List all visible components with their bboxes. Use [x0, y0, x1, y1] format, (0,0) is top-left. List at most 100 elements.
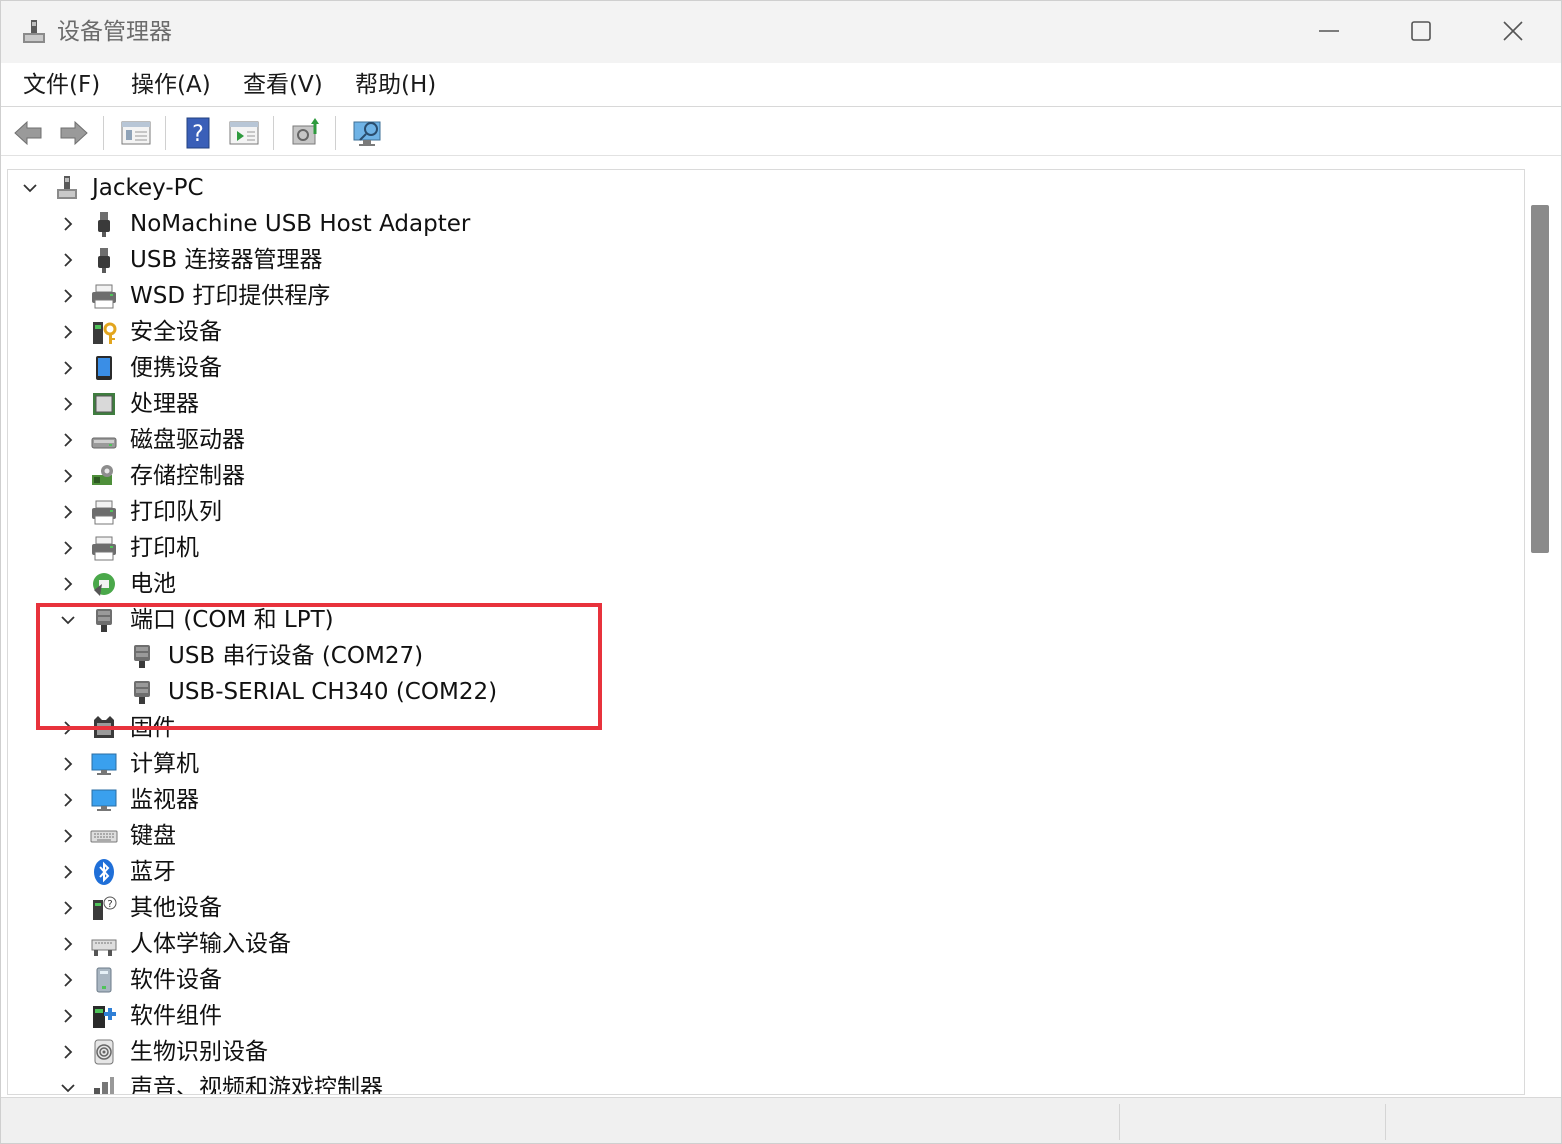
tree-category[interactable]: 处理器: [8, 386, 1508, 422]
tree-category[interactable]: NoMachine USB Host Adapter: [8, 206, 1508, 242]
maximize-button[interactable]: [1389, 9, 1453, 53]
tree-category[interactable]: 固件: [8, 710, 1508, 746]
close-icon: [1503, 21, 1523, 41]
tree-category[interactable]: 安全设备: [8, 314, 1508, 350]
tree-category[interactable]: 电池: [8, 566, 1508, 602]
tree-item-label: 监视器: [130, 787, 199, 813]
tree-category[interactable]: WSD 打印提供程序: [8, 278, 1508, 314]
chevron-right-icon[interactable]: [58, 790, 78, 810]
status-bar: [1, 1097, 1561, 1143]
forward-icon[interactable]: [57, 116, 91, 150]
chevron-right-icon[interactable]: [58, 358, 78, 378]
chevron-right-icon[interactable]: [58, 718, 78, 738]
tree-category[interactable]: 磁盘驱动器: [8, 422, 1508, 458]
chevron-right-icon[interactable]: [58, 430, 78, 450]
tree-item-label: 端口 (COM 和 LPT): [130, 607, 334, 633]
tree-item-label: 电池: [130, 571, 176, 597]
driver-update-icon[interactable]: [227, 116, 261, 150]
chevron-right-icon[interactable]: [58, 754, 78, 774]
tree-category[interactable]: 计算机: [8, 746, 1508, 782]
tree-category[interactable]: 软件设备: [8, 962, 1508, 998]
port-icon: [134, 645, 150, 668]
chevron-right-icon[interactable]: [58, 862, 78, 882]
battery-icon: [93, 573, 115, 596]
chevron-down-icon[interactable]: [58, 1078, 78, 1095]
sound-icon: [94, 1077, 114, 1094]
menu-view[interactable]: 查看(V): [241, 69, 325, 101]
tree-category[interactable]: 蓝牙: [8, 854, 1508, 890]
chevron-right-icon[interactable]: [58, 214, 78, 234]
tree-category[interactable]: ? 其他设备: [8, 890, 1508, 926]
printer-icon: [92, 536, 116, 561]
menu-bar: 文件(F) 操作(A) 查看(V) 帮助(H): [1, 63, 1561, 107]
menu-file[interactable]: 文件(F): [21, 69, 102, 101]
tree-item-label: 人体学输入设备: [130, 931, 291, 957]
properties-icon[interactable]: [119, 116, 153, 150]
chevron-right-icon[interactable]: [58, 286, 78, 306]
tree-item-label: 存储控制器: [130, 463, 245, 489]
tree-category[interactable]: 生物识别设备: [8, 1034, 1508, 1070]
tree-root[interactable]: Jackey-PC: [8, 170, 1508, 206]
chevron-right-icon[interactable]: [58, 250, 78, 270]
window-title: 设备管理器: [57, 19, 172, 45]
tree-item-label: USB 串行设备 (COM27): [168, 643, 424, 669]
help-icon[interactable]: ?: [181, 116, 215, 150]
tree-category[interactable]: 人体学输入设备: [8, 926, 1508, 962]
printer-icon: [92, 284, 116, 309]
monitor-icon[interactable]: [351, 116, 385, 150]
chevron-down-icon[interactable]: [20, 178, 40, 198]
status-divider: [1385, 1104, 1386, 1140]
chevron-right-icon[interactable]: [58, 898, 78, 918]
chevron-right-icon[interactable]: [58, 502, 78, 522]
chevron-right-icon[interactable]: [58, 394, 78, 414]
processor-icon: [93, 393, 115, 415]
scan-hardware-icon[interactable]: [289, 116, 323, 150]
chevron-right-icon[interactable]: [58, 1042, 78, 1062]
device-tree[interactable]: Jackey-PC NoMachine USB Host Adapter USB 连…: [7, 169, 1525, 1095]
tree-category[interactable]: 便携设备: [8, 350, 1508, 386]
minimize-button[interactable]: [1297, 9, 1361, 53]
portable-device-icon: [96, 356, 112, 380]
port-icon: [134, 681, 150, 704]
tree-category[interactable]: USB 连接器管理器: [8, 242, 1508, 278]
chevron-down-icon[interactable]: [58, 610, 78, 630]
tree-category[interactable]: 存储控制器: [8, 458, 1508, 494]
menu-action[interactable]: 操作(A): [129, 69, 213, 101]
vertical-scrollbar[interactable]: [1525, 169, 1561, 1095]
printer-icon: [92, 500, 116, 525]
computer-icon: [91, 753, 117, 775]
svg-text:?: ?: [192, 122, 204, 147]
tree-category[interactable]: 打印机: [8, 530, 1508, 566]
toolbar-separator: [103, 116, 104, 150]
tree-device[interactable]: USB 串行设备 (COM27): [8, 638, 1508, 674]
chevron-right-icon[interactable]: [58, 934, 78, 954]
unknown-device-icon: ?: [93, 896, 117, 920]
tree-item-label: 键盘: [130, 823, 176, 849]
device-manager-window: 设备管理器 文件(F) 操作(A) 查看(V) 帮助(H) ? Jackey-P…: [0, 0, 1562, 1144]
tree-category[interactable]: 端口 (COM 和 LPT): [8, 602, 1508, 638]
chevron-right-icon[interactable]: [58, 970, 78, 990]
back-icon[interactable]: [11, 116, 45, 150]
tree-category[interactable]: 软件组件: [8, 998, 1508, 1034]
status-divider: [1119, 1104, 1120, 1140]
tree-item-label: Jackey-PC: [92, 175, 204, 201]
tree-category[interactable]: 打印队列: [8, 494, 1508, 530]
tree-category[interactable]: 监视器: [8, 782, 1508, 818]
monitor-icon: [91, 789, 117, 811]
chevron-right-icon[interactable]: [58, 574, 78, 594]
chevron-right-icon[interactable]: [58, 1006, 78, 1026]
tree-category[interactable]: 键盘: [8, 818, 1508, 854]
scrollbar-thumb[interactable]: [1531, 205, 1549, 553]
usb-icon: [98, 212, 110, 237]
menu-help[interactable]: 帮助(H): [353, 69, 438, 101]
close-button[interactable]: [1481, 9, 1545, 53]
chevron-right-icon[interactable]: [58, 466, 78, 486]
tree-item-label: 软件设备: [130, 967, 222, 993]
tree-item-label: 磁盘驱动器: [130, 427, 245, 453]
tree-category[interactable]: 声音、视频和游戏控制器: [8, 1070, 1508, 1095]
tree-device[interactable]: USB-SERIAL CH340 (COM22): [8, 674, 1508, 710]
chevron-right-icon[interactable]: [58, 322, 78, 342]
chevron-right-icon[interactable]: [58, 826, 78, 846]
bluetooth-icon: [94, 859, 114, 885]
chevron-right-icon[interactable]: [58, 538, 78, 558]
